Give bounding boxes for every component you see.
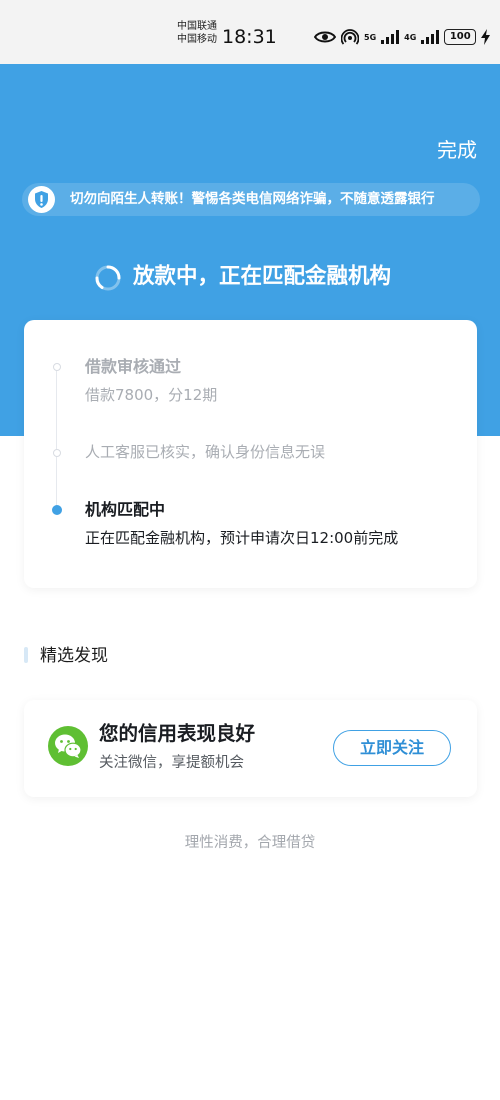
fraud-warning-banner: 切勿向陌生人转账！警惕各类电信网络诈骗，不随意透露银行: [22, 183, 480, 216]
loan-status-row: 放款中，正在匹配金融机构: [0, 258, 500, 296]
section-title: 精选发现: [40, 646, 108, 666]
hotspot-icon: [341, 29, 359, 45]
footer-note: 理性消费，合理借贷: [184, 835, 316, 851]
loan-progress-card: 借款审核通过 借款7800，分12期 人工客服已核实，确认身份信息无误 机构匹配…: [24, 320, 477, 588]
step-2-description: 人工客服已核实，确认身份信息无误: [85, 443, 326, 461]
carrier-primary: 中国联通: [177, 21, 217, 32]
loading-spinner-icon: [95, 265, 121, 291]
wechat-icon: [48, 726, 88, 766]
step-1-dot: [53, 363, 61, 371]
step-2-dot: [53, 449, 61, 457]
battery-indicator: 100: [444, 29, 477, 45]
carrier-secondary: 中国移动: [177, 34, 217, 45]
follow-now-button[interactable]: 立即关注: [333, 730, 451, 766]
timeline-line: [56, 367, 57, 509]
carrier-names: 中国联通 中国移动: [177, 20, 217, 46]
section-accent-bar: [24, 647, 28, 663]
sim1-network-label: 5G: [364, 32, 377, 42]
sim2-network-label: 4G: [404, 32, 417, 42]
status-icons: 5G 4G 100: [314, 24, 491, 50]
step-3-dot-active: [52, 505, 62, 515]
eye-icon: [314, 31, 336, 43]
loan-status-title: 放款中，正在匹配金融机构: [133, 264, 392, 289]
step-3-description: 正在匹配金融机构，预计申请次日12:00前完成: [85, 529, 399, 547]
promo-subtitle: 关注微信，享提额机会: [99, 755, 244, 771]
signal-strength-icon-2: [421, 30, 440, 44]
status-time: 18:31: [222, 26, 277, 48]
charging-bolt-icon: [481, 29, 491, 45]
done-button[interactable]: 完成: [437, 136, 477, 164]
wechat-promo-card: 您的信用表现良好 关注微信，享提额机会 立即关注: [24, 700, 477, 797]
step-1-description: 借款7800，分12期: [85, 386, 218, 404]
status-bar: 中国联通 中国移动 18:31 5G 4G 100: [0, 0, 500, 64]
step-3-title: 机构匹配中: [85, 500, 166, 519]
fraud-warning-text: 切勿向陌生人转账！警惕各类电信网络诈骗，不随意透露银行: [70, 191, 435, 207]
promo-title: 您的信用表现良好: [99, 722, 256, 745]
shield-alert-icon: [28, 186, 55, 213]
step-1-title: 借款审核通过: [85, 357, 182, 376]
signal-strength-icon: [381, 30, 400, 44]
